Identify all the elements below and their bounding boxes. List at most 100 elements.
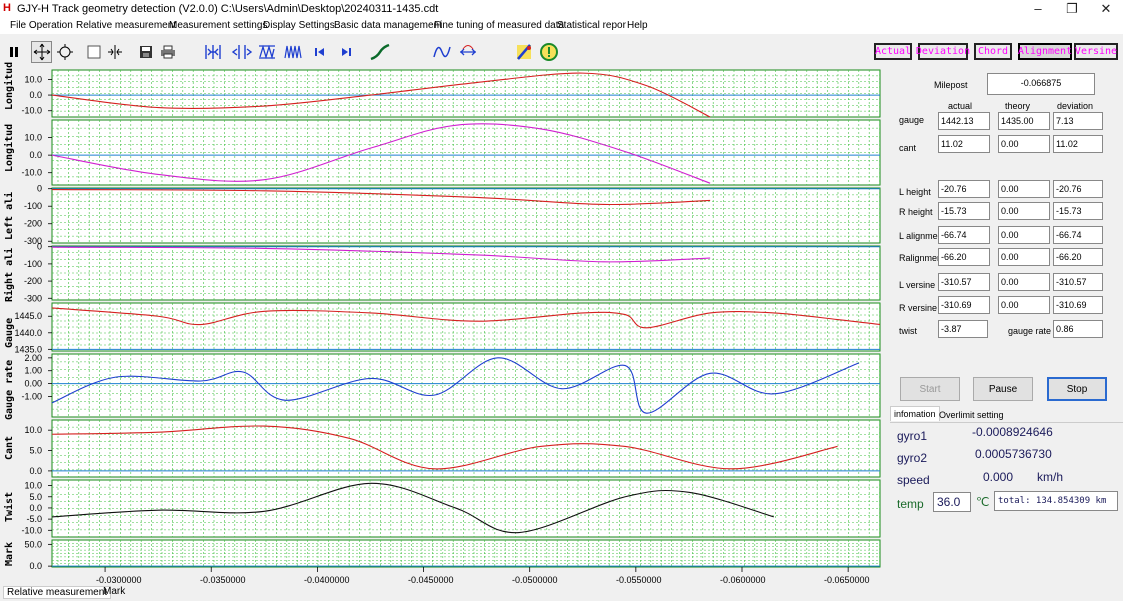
y-tick-label: -10.0 bbox=[21, 525, 42, 535]
plot-label-longitud-1: Longitud bbox=[4, 61, 15, 110]
measurement-panel: Milepost -0.066875 actual theory deviati… bbox=[890, 67, 1123, 590]
menu-relative-measurement[interactable]: Relative measurement bbox=[76, 20, 176, 31]
y-tick-label: -1.00 bbox=[21, 391, 42, 401]
y-tick-label: -5.0 bbox=[26, 514, 42, 524]
window-title: GJY-H Track geometry detection (V2.0.0) … bbox=[17, 3, 439, 15]
y-tick-label: 0.0 bbox=[29, 150, 42, 160]
menu-file-operation[interactable]: File Operation bbox=[10, 20, 73, 31]
plot-label-mark: Mark bbox=[4, 541, 15, 566]
y-tick-label: 5.0 bbox=[29, 446, 42, 456]
split-icon[interactable] bbox=[104, 41, 125, 63]
total-distance-field: total: 134.854309 km bbox=[994, 491, 1118, 511]
gyro1-value: -0.0008924646 bbox=[972, 425, 1053, 439]
y-tick-label: 1.00 bbox=[24, 366, 42, 376]
milepost-field: -0.066875 bbox=[987, 73, 1095, 95]
y-tick-label: -100 bbox=[24, 201, 42, 211]
gyro2-value: 0.0005736730 bbox=[975, 447, 1052, 461]
y-tick-label: 2.00 bbox=[24, 353, 42, 363]
tab-information[interactable]: infomation bbox=[890, 406, 940, 421]
wave-expand-icon[interactable] bbox=[282, 41, 303, 63]
menu-fine-tuning[interactable]: Fine tuning of measured data bbox=[434, 20, 564, 31]
menu-measurement-settings[interactable]: Measurement settings bbox=[169, 20, 267, 31]
compress-x-icon[interactable] bbox=[202, 41, 223, 63]
curve-icon[interactable] bbox=[369, 41, 390, 63]
l-alignment-theory-field: 0.00 bbox=[998, 226, 1050, 244]
r-alignment-actual-field: -66.20 bbox=[938, 248, 990, 266]
y-tick-label: -10.0 bbox=[21, 168, 42, 178]
temp-label: temp bbox=[897, 497, 924, 511]
col-header-actual: actual bbox=[948, 101, 973, 111]
y-tick-label: 0.00 bbox=[24, 379, 42, 389]
r-versine-actual-field: -310.69 bbox=[938, 296, 990, 314]
l-versine-actual-field: -310.57 bbox=[938, 273, 990, 291]
alert-icon[interactable] bbox=[538, 41, 559, 63]
wave-compress-icon[interactable] bbox=[256, 41, 277, 63]
y-tick-label: 5.0 bbox=[29, 492, 42, 502]
y-tick-label: -10.0 bbox=[21, 106, 42, 116]
tab-relative-measurement[interactable]: Relative measurement bbox=[3, 586, 112, 599]
r-height-actual-field: -15.73 bbox=[938, 202, 990, 220]
menu-display-settings[interactable]: Display Settings bbox=[263, 20, 335, 31]
y-tick-label: 50.0 bbox=[24, 539, 42, 549]
mode-actual-button[interactable]: Actual bbox=[874, 43, 912, 60]
zoom-icon[interactable] bbox=[54, 41, 75, 63]
row-label-cant: cant bbox=[899, 143, 917, 153]
close-button[interactable]: ✕ bbox=[1089, 0, 1123, 18]
r-versine-deviation-field: -310.69 bbox=[1053, 296, 1103, 314]
cant-deviation-field: 11.02 bbox=[1053, 135, 1103, 153]
shift-right-icon[interactable] bbox=[236, 41, 257, 63]
start-button[interactable]: Start bbox=[900, 377, 960, 401]
plot-label-gauge: Gauge bbox=[4, 317, 15, 348]
settings-tool-icon[interactable] bbox=[513, 41, 534, 63]
l-height-theory-field: 0.00 bbox=[998, 180, 1050, 198]
y-tick-label: 1445.0 bbox=[14, 311, 42, 321]
menu-basic-data-management[interactable]: Basic data management bbox=[334, 20, 442, 31]
plot-label-gauge-rate: Gauge rate bbox=[4, 359, 15, 420]
menu-help[interactable]: Help bbox=[627, 20, 648, 31]
gauge-actual-field: 1442.13 bbox=[938, 112, 990, 130]
row-label-l-height: L height bbox=[899, 187, 931, 197]
range-icon[interactable] bbox=[457, 41, 478, 63]
r-alignment-deviation-field: -66.20 bbox=[1053, 248, 1103, 266]
speed-label: speed bbox=[897, 473, 930, 487]
row-label-r-versine: R versine bbox=[899, 303, 938, 313]
cant-theory-field: 0.00 bbox=[998, 135, 1050, 153]
y-tick-label: -200 bbox=[24, 276, 42, 286]
speed-unit: km/h bbox=[1037, 470, 1064, 484]
plot-canvas[interactable]: 10.0 0.0 -10.0 10.0 0.0 -10.0 0 -100 -200 -300 0 -1… bbox=[0, 67, 883, 590]
mode-deviation-button[interactable]: Deviation bbox=[916, 43, 970, 60]
y-tick-label: 0.0 bbox=[29, 90, 42, 100]
gauge-deviation-field: 7.13 bbox=[1053, 112, 1103, 130]
toolbar: Actual Deviation Chord Alignment Versine bbox=[0, 37, 1123, 69]
first-frame-icon[interactable] bbox=[309, 41, 330, 63]
sine-icon[interactable] bbox=[431, 41, 452, 63]
mode-alignment-button[interactable]: Alignment bbox=[1018, 43, 1072, 60]
r-versine-theory-field: 0.00 bbox=[998, 296, 1050, 314]
pause-button[interactable]: Pause bbox=[973, 377, 1033, 401]
y-tick-label: 0 bbox=[37, 184, 42, 194]
plot-area: 10.0 0.0 -10.0 10.0 0.0 -10.0 0 -100 -200 -300 0 -1… bbox=[0, 67, 883, 590]
plot-label-cant: Cant bbox=[4, 435, 15, 460]
mode-chord-button[interactable]: Chord bbox=[974, 43, 1012, 60]
tab-mark[interactable]: Mark bbox=[100, 586, 128, 597]
last-frame-icon[interactable] bbox=[335, 41, 356, 63]
r-height-deviation-field: -15.73 bbox=[1053, 202, 1103, 220]
l-alignment-actual-field: -66.74 bbox=[938, 226, 990, 244]
tab-overlimit-setting[interactable]: Overlimit setting bbox=[936, 408, 1007, 422]
maximize-button[interactable]: ❐ bbox=[1055, 0, 1089, 18]
minimize-button[interactable]: – bbox=[1021, 0, 1055, 18]
r-alignment-theory-field: 0.00 bbox=[998, 248, 1050, 266]
mode-versine-button[interactable]: Versine bbox=[1074, 43, 1118, 60]
menu-bar: File Operation Relative measurement Meas… bbox=[0, 18, 1123, 34]
menu-statistical-report[interactable]: Statistical repor bbox=[557, 20, 626, 31]
stop-button[interactable]: Stop bbox=[1047, 377, 1107, 401]
save-icon[interactable] bbox=[135, 41, 156, 63]
pan-icon[interactable] bbox=[31, 41, 52, 63]
pause-icon[interactable] bbox=[3, 41, 24, 63]
temp-field: 36.0 bbox=[933, 492, 971, 512]
r-height-theory-field: 0.00 bbox=[998, 202, 1050, 220]
l-height-actual-field: -20.76 bbox=[938, 180, 990, 198]
l-alignment-deviation-field: -66.74 bbox=[1053, 226, 1103, 244]
select-rect-icon[interactable] bbox=[83, 41, 104, 63]
print-icon[interactable] bbox=[157, 41, 178, 63]
